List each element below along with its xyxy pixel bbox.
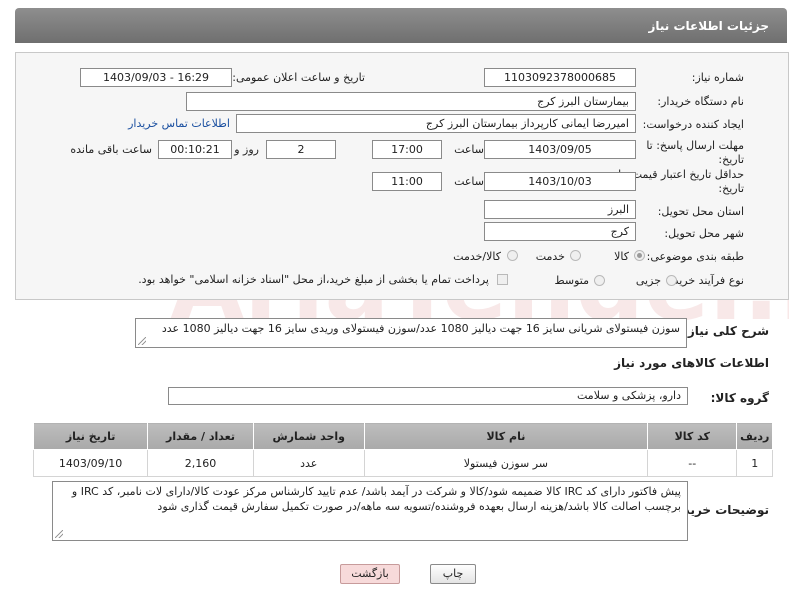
deadline-date-field[interactable]: 1403/09/05 [484,140,636,159]
category-radio-goods-service[interactable] [507,250,518,261]
cell-qty: 2,160 [147,449,254,477]
buyer-notes-content: پیش فاکتور دارای کد IRC کالا ضمیمه شود/ک… [71,485,681,513]
need-number-label: شماره نیاز: [691,71,744,84]
back-button[interactable]: بازگشت [340,564,400,584]
col-date: تاریخ نیاز [32,422,149,450]
resize-grip-icon[interactable] [138,337,146,345]
validity-time-field[interactable]: 11:00 [372,172,442,191]
cell-code: -- [647,449,738,477]
col-unit: واحد شمارش [252,422,365,450]
goods-table-header: ردیف کد کالا نام کالا واحد شمارش تعداد /… [32,422,773,450]
category-option-goods-service: کالا/خدمت [453,250,501,263]
remaining-time-field[interactable]: 00:10:21 [158,140,232,159]
announce-label: تاریخ و ساعت اعلان عمومی: [232,71,365,84]
process-option-minor: جزیی [635,274,661,287]
city-label: شهر محل تحویل: [664,227,744,240]
goods-group-field[interactable]: دارو، پزشکی و سلامت [168,387,688,405]
treasury-payment-checkbox[interactable] [497,274,508,285]
deadline-time-label: ساعت [454,143,484,156]
buyer-contact-link[interactable]: اطلاعات تماس خریدار [128,117,230,130]
cell-name: سر سوزن فیستولا [363,449,649,477]
validity-date-field[interactable]: 1403/10/03 [484,172,636,191]
process-radio-minor[interactable] [666,275,677,286]
creator-field[interactable]: امیررضا ایمانی کارپرداز بیمارستان البرز … [236,114,636,133]
cell-row: 1 [736,449,773,477]
deadline-time-field[interactable]: 17:00 [372,140,442,159]
buyer-org-label: نام دستگاه خریدار: [657,95,744,108]
cell-date: 1403/09/10 [32,449,149,477]
col-row: ردیف [736,422,773,450]
validity-time-label: ساعت [454,175,484,188]
deadline-label: مهلت ارسال پاسخ: تا تاریخ: [646,139,744,166]
panel-header: جزئیات اطلاعات نیاز [15,8,787,43]
process-label: نوع فرآیند خرید : [666,274,744,287]
announce-datetime-field[interactable]: 1403/09/03 - 16:29 [80,68,232,87]
city-field[interactable]: کرج [484,222,636,241]
summary-text[interactable]: سوزن فیستولای شریانی سایز 16 جهت دیالیز … [135,318,687,348]
creator-label: ایجاد کننده درخواست: [642,118,744,131]
cell-unit: عدد [252,449,365,477]
print-button[interactable]: چاپ [430,564,476,584]
goods-table: ردیف کد کالا نام کالا واحد شمارش تعداد /… [32,422,773,477]
col-qty: تعداد / مقدار [147,422,254,450]
remaining-label: ساعت باقی مانده [70,143,152,156]
process-radio-medium[interactable] [594,275,605,286]
treasury-payment-note: پرداخت تمام یا بخشی از مبلغ خرید،از محل … [138,273,489,286]
resize-grip-icon[interactable] [55,530,63,538]
buyer-org-field[interactable]: بیمارستان البرز کرج [186,92,636,111]
days-label: روز و [234,143,259,156]
province-label: استان محل تحویل: [657,205,744,218]
summary-label: شرح کلی نیاز: [683,324,769,338]
table-row[interactable]: 1 -- سر سوزن فیستولا عدد 2,160 1403/09/1… [32,449,773,477]
category-option-goods: کالا [614,250,629,263]
province-field[interactable]: البرز [484,200,636,219]
summary-content: سوزن فیستولای شریانی سایز 16 جهت دیالیز … [161,322,680,335]
process-option-medium: متوسط [554,274,589,287]
category-radio-goods[interactable] [634,250,645,261]
category-radio-service[interactable] [570,250,581,261]
category-label: طبقه بندی موضوعی: [646,250,744,263]
panel-title: جزئیات اطلاعات نیاز [648,19,769,33]
need-number-field[interactable]: 1103092378000685 [484,68,636,87]
remaining-days-field[interactable]: 2 [266,140,336,159]
goods-group-label: گروه کالا: [710,391,769,405]
buyer-notes-text[interactable]: پیش فاکتور دارای کد IRC کالا ضمیمه شود/ک… [52,481,688,541]
col-name: نام کالا [363,422,649,450]
col-code: کد کالا [647,422,738,450]
goods-section-title: اطلاعات کالاهای مورد نیاز [614,356,769,370]
category-option-service: خدمت [535,250,565,263]
